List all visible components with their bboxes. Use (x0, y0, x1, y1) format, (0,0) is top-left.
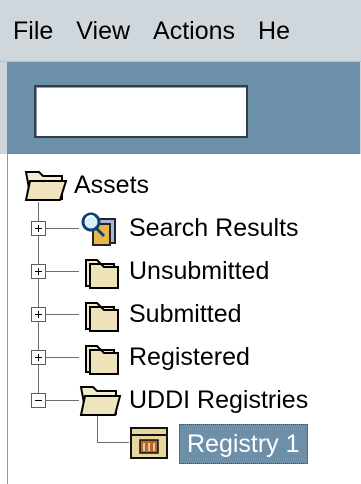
search-results-icon (81, 212, 116, 246)
expand-unsubmitted-button[interactable] (31, 264, 46, 279)
asset-tree: Assets Search Results Unsubmitted Submit… (7, 154, 361, 484)
tree-item-label: Search Results (129, 214, 299, 242)
tree-item-label: Registered (129, 343, 250, 371)
folder-icon (85, 345, 119, 375)
expand-submitted-button[interactable] (31, 307, 46, 322)
tree-root-label: Assets (74, 171, 150, 199)
menu-actions[interactable]: Actions (140, 0, 245, 61)
folder-open-icon (24, 171, 68, 201)
tree-item-label: UDDI Registries (129, 386, 309, 414)
tree-connector-h (46, 271, 79, 272)
folder-open-icon (79, 386, 122, 416)
collapse-uddi-registries-button[interactable] (31, 393, 46, 408)
tree-item-label: Unsubmitted (129, 257, 270, 285)
menu-view[interactable]: View (63, 0, 140, 61)
tree-connector-h (46, 228, 79, 229)
registry-icon (130, 427, 168, 459)
expand-registered-button[interactable] (31, 350, 46, 365)
tree-connector-h (46, 357, 79, 358)
menu-file[interactable]: File (0, 0, 63, 61)
search-toolbar (0, 62, 361, 154)
menu-bar: File View Actions He (0, 0, 361, 62)
folder-icon (85, 259, 119, 289)
folder-icon (85, 302, 119, 332)
tree-item-label-selected: Registry 1 (179, 424, 308, 464)
tree-connector-h (46, 314, 79, 315)
tree-item-label: Submitted (129, 300, 242, 328)
expand-search-results-button[interactable] (31, 221, 46, 236)
tree-connector-h (97, 442, 129, 443)
menu-help[interactable]: He (245, 0, 300, 61)
search-input[interactable] (34, 85, 248, 138)
tree-connector-h (46, 400, 79, 401)
